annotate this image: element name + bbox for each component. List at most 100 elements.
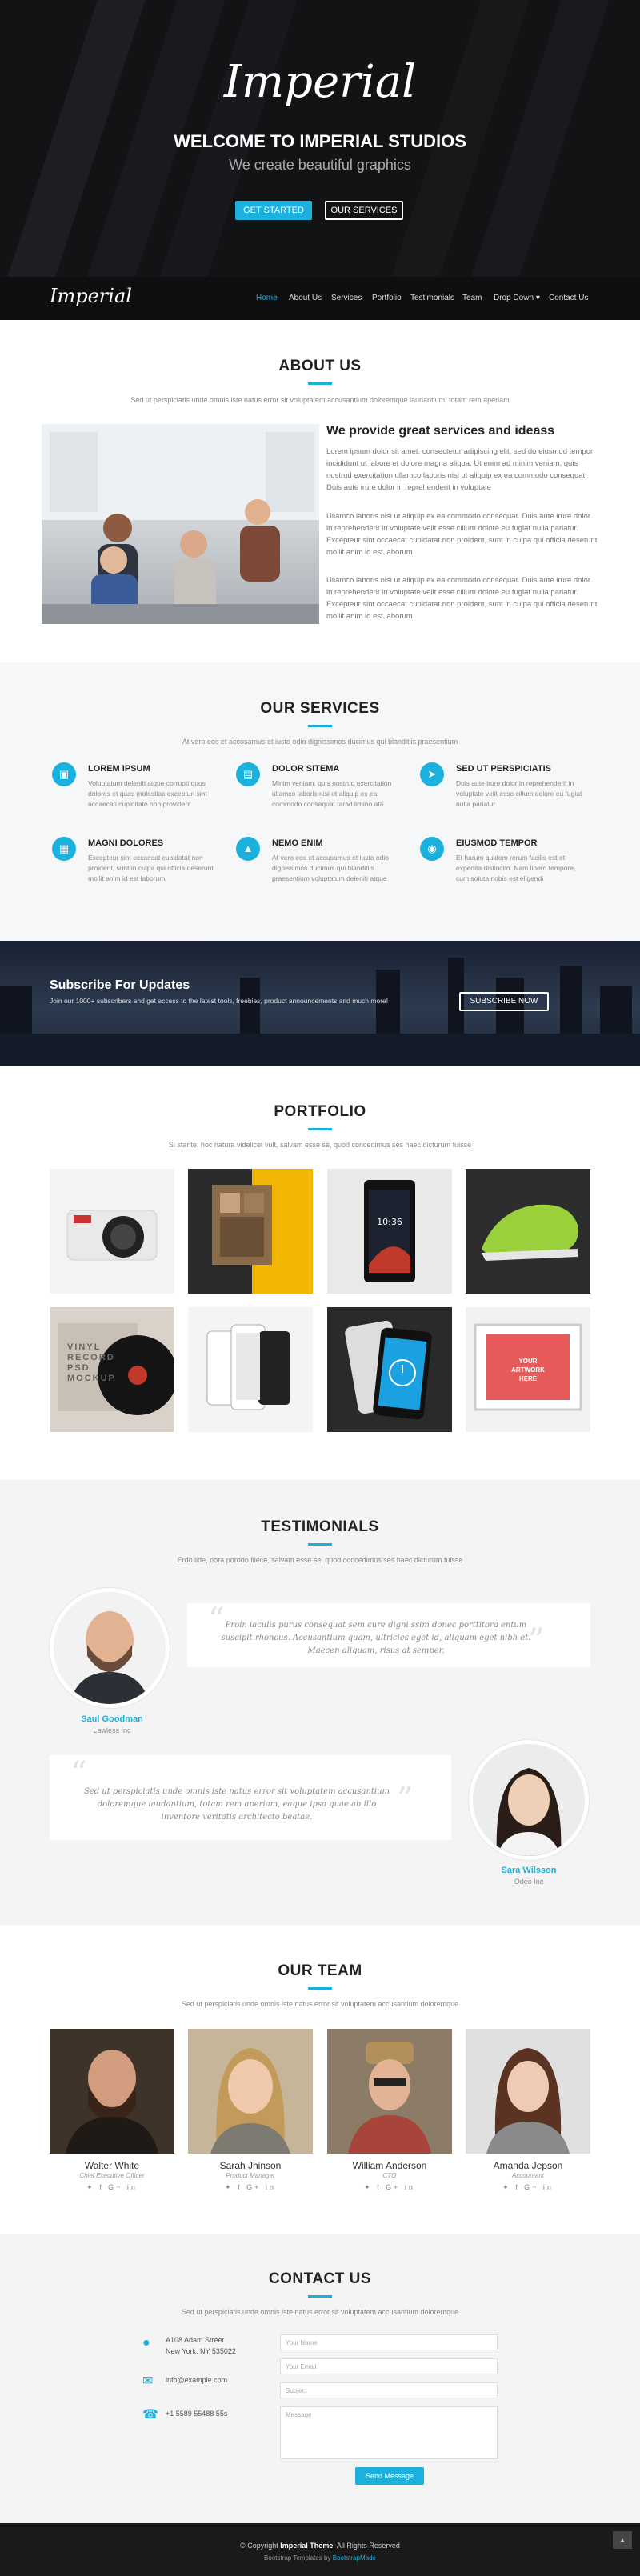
testimonial-name: Saul Goodman <box>81 1714 143 1724</box>
nav-item-team[interactable]: Team <box>462 294 482 302</box>
navbar-logo[interactable]: Imperial <box>50 285 132 307</box>
testimonial-role: Lawless Inc <box>93 1726 131 1734</box>
copyright-prefix: © Copyright <box>240 2542 278 2550</box>
nav-item-about[interactable]: About Us <box>289 294 322 302</box>
team-member-photo[interactable] <box>50 2029 174 2154</box>
services-title: OUR SERVICES <box>260 700 380 717</box>
social-icons[interactable]: ✦ f G+ in <box>188 2183 313 2192</box>
contact-email[interactable]: info@example.com <box>166 2374 227 2386</box>
magazine-icon <box>212 1169 313 1294</box>
sneaker-icon <box>482 1204 578 1261</box>
title-underline <box>308 1543 332 1546</box>
phone-icon: 10:36 <box>364 1180 415 1282</box>
subscribe-text: Join our 1000+ subscribers and get acces… <box>50 997 389 1005</box>
subscribe-now-button[interactable]: SUBSCRIBE NOW <box>459 992 549 1011</box>
paper-plane-icon: ➤ <box>420 762 444 786</box>
hero-brand: Imperial <box>223 56 417 108</box>
get-started-button[interactable]: GET STARTED <box>235 201 312 220</box>
hero-section: Imperial WELCOME TO IMPERIAL STUDIOS We … <box>0 0 640 277</box>
poster-mockup-text: YOUR ARTWORK HERE <box>511 1358 545 1382</box>
services-subtitle: At vero eos et accusamus et iusto odio d… <box>182 738 458 746</box>
map-pin-icon: ● <box>142 2336 150 2350</box>
credits-link[interactable]: BootstrapMade <box>333 2554 376 2562</box>
title-underline <box>308 382 332 385</box>
envelope-icon: ✉ <box>142 2374 154 2388</box>
person-portrait <box>66 2050 158 2154</box>
portfolio-item-sneaker[interactable] <box>466 1169 590 1294</box>
skyline-building <box>0 986 32 1034</box>
service-title: DOLOR SITEMA <box>272 764 340 774</box>
iphones-icon <box>206 1324 290 1410</box>
service-text: Minim veniam, quis nostrud exercitation … <box>272 779 392 808</box>
testimonial-quote: Proin iaculis purus consequat sem cure d… <box>221 1621 531 1655</box>
nav-item-home[interactable]: Home <box>256 294 278 302</box>
send-message-button[interactable]: Send Message <box>355 2467 424 2485</box>
about-heading: We provide great services and ideass <box>326 424 555 438</box>
portfolio-item-iphones[interactable] <box>188 1307 313 1432</box>
person-portrait <box>54 1592 166 1704</box>
nav-item-services[interactable]: Services <box>331 294 362 302</box>
team-member-role: Chief Executive Officer <box>79 2172 145 2179</box>
contact-phone[interactable]: +1 5589 55488 55s <box>166 2408 227 2419</box>
social-icons[interactable]: ✦ f G+ in <box>50 2183 174 2192</box>
portfolio-item-phone[interactable]: 10:36 <box>327 1169 452 1294</box>
credits-text: Bootstrap Templates by BootstrapMade <box>0 2554 640 2562</box>
chart-icon: ▤ <box>236 762 260 786</box>
phone-icon: ☎ <box>142 2408 158 2422</box>
portfolio-item-poster[interactable]: YOUR ARTWORK HERE <box>466 1307 590 1432</box>
our-services-button[interactable]: OUR SERVICES <box>325 201 403 220</box>
about-paragraph: Ullamco laboris nisi ut aliquip ex ea co… <box>326 576 598 621</box>
portfolio-item-magazine[interactable] <box>188 1169 313 1294</box>
subject-field[interactable]: Subject <box>280 2382 498 2398</box>
about-title: ABOUT US <box>278 358 362 374</box>
image-icon: ▦ <box>52 837 76 861</box>
service-title: EIUSMOD TEMPOR <box>456 838 538 848</box>
testimonial-role: Odeo Inc <box>514 1878 544 1886</box>
title-underline <box>308 1987 332 1990</box>
title-underline <box>308 1128 332 1130</box>
nav-item-contact[interactable]: Contact Us <box>549 294 588 302</box>
team-member-photo[interactable] <box>466 2029 590 2154</box>
portfolio-item-watch-app[interactable] <box>327 1307 452 1432</box>
nav-item-portfolio[interactable]: Portfolio <box>372 294 402 302</box>
service-text: Et harum quidem rerum facilis est et exp… <box>456 854 576 882</box>
road-icon: ▲ <box>236 837 260 861</box>
name-field[interactable]: Your Name <box>280 2334 498 2350</box>
copyright-suffix: . All Rights Reserved <box>333 2542 400 2550</box>
social-icons[interactable]: ✦ f G+ in <box>327 2183 452 2192</box>
contact-subtitle: Sed ut perspiciatis unde omnis iste natu… <box>181 2308 459 2316</box>
team-member-photo[interactable] <box>188 2029 313 2154</box>
nav-item-testimonials[interactable]: Testimonials <box>410 294 454 302</box>
about-team-photo <box>42 424 319 624</box>
team-title: OUR TEAM <box>278 1962 362 1979</box>
credits-prefix: Bootstrap Templates by <box>264 2554 331 2562</box>
subscribe-title: Subscribe For Updates <box>50 978 190 992</box>
display-icon: ▣ <box>52 762 76 786</box>
message-field[interactable]: Message <box>280 2406 498 2459</box>
contact-address-line2: New York, NY 535022 <box>166 2347 236 2355</box>
hero-welcome: WELCOME TO IMPERIAL STUDIOS <box>174 131 466 151</box>
team-member-role: Accountant <box>511 2172 545 2179</box>
nav-item-dropdown[interactable]: Drop Down ▾ <box>494 294 540 302</box>
testimonials-subtitle: Erdo lide, nora porodo filece, salvam es… <box>177 1556 463 1564</box>
portfolio-item-record[interactable]: VINYL RECORD PSD MOCKUP <box>50 1307 174 1432</box>
nav-dropdown-label: Drop Down <box>494 294 534 302</box>
avatar <box>50 1588 170 1708</box>
portfolio-item-camera[interactable] <box>50 1169 174 1294</box>
skyline-building <box>240 978 260 1034</box>
clock-app-icon <box>345 1320 432 1420</box>
service-title: LOREM IPSUM <box>88 764 150 774</box>
person-portrait <box>210 2048 290 2154</box>
contact-address-line1: A108 Adam Street <box>166 2336 225 2344</box>
services-section: OUR SERVICES At vero eos et accusamus et… <box>0 662 640 941</box>
title-underline <box>308 2295 332 2298</box>
social-icons[interactable]: ✦ f G+ in <box>466 2183 590 2192</box>
testimonial-quote: Sed ut perspiciatis unde omnis iste natu… <box>83 1787 390 1822</box>
email-field[interactable]: Your Email <box>280 2358 498 2374</box>
team-subtitle: Sed ut perspiciatis unde omnis iste natu… <box>181 2000 459 2008</box>
quote-close-icon: ” <box>397 1781 414 1818</box>
contact-title: CONTACT US <box>268 2270 372 2287</box>
about-subtitle: Sed ut perspiciatis unde omnis iste natu… <box>130 396 510 404</box>
team-member-photo[interactable] <box>327 2029 452 2154</box>
back-to-top-button[interactable]: ▲ <box>613 2531 632 2549</box>
